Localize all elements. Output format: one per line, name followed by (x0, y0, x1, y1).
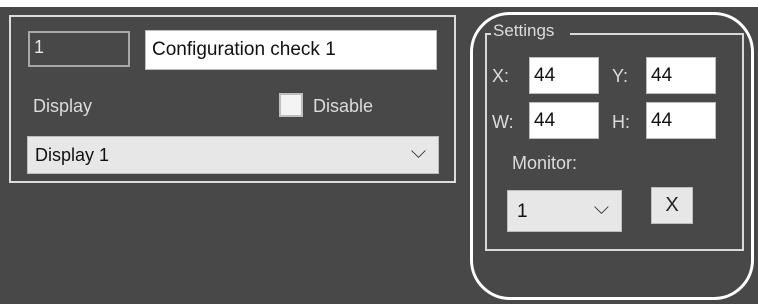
config-name-input[interactable]: Configuration check 1 (145, 30, 437, 70)
display-select[interactable]: Display 1 ⌵ (27, 136, 439, 174)
monitor-select-value: 1 (517, 201, 528, 222)
disable-label: Disable (313, 96, 374, 116)
chevron-down-icon: ⌵ (410, 141, 426, 163)
settings-title: Settings (493, 21, 555, 40)
w-input[interactable]: 44 (529, 102, 599, 139)
y-label: Y: (612, 66, 629, 86)
h-label: H: (612, 112, 630, 132)
clear-settings-button[interactable]: X (651, 187, 693, 224)
settings-frame-top-right (570, 33, 744, 35)
config-id-field[interactable]: 1 (28, 31, 130, 67)
x-input[interactable]: 44 (529, 57, 599, 94)
w-label: W: (492, 112, 514, 132)
chevron-down-icon: ⌵ (593, 197, 609, 219)
y-input[interactable]: 44 (646, 57, 716, 94)
h-input[interactable]: 44 (646, 102, 716, 139)
display-label: Display (33, 96, 93, 116)
display-select-value: Display 1 (35, 145, 110, 165)
top-strip (0, 0, 758, 7)
settings-frame-top-left (485, 33, 491, 35)
x-label: X: (492, 66, 510, 86)
monitor-label: Monitor: (512, 153, 578, 173)
monitor-select[interactable]: 1 ⌵ (507, 190, 622, 232)
disable-checkbox[interactable] (279, 93, 303, 117)
